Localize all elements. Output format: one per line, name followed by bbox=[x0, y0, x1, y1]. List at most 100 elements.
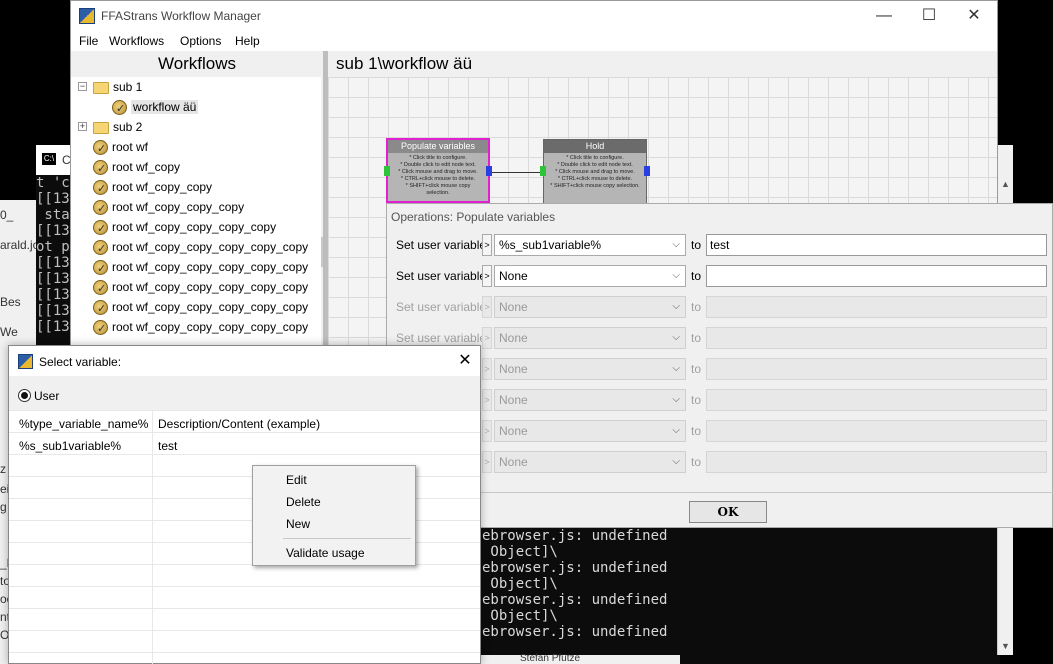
grid-column-divider bbox=[152, 410, 153, 664]
chevron-down-icon: ⌵ bbox=[672, 270, 680, 281]
dialog-close-button[interactable]: ✕ bbox=[454, 350, 476, 372]
operation-row: Set user variable > None ⌵ to bbox=[387, 265, 1053, 289]
minimize-button[interactable]: — bbox=[862, 5, 906, 27]
dialog-titlebar: Select variable: ✕ bbox=[9, 346, 480, 376]
chevron-down-icon: ⌵ bbox=[672, 301, 680, 312]
collapse-icon[interactable]: − bbox=[78, 82, 87, 91]
tree-item-workflow[interactable]: root wf_copy_copy_copy_copy_copy bbox=[93, 297, 308, 319]
tree-item-label: root wf_copy_copy_copy_copy_copy bbox=[112, 320, 309, 334]
tree-item-label: sub 1 bbox=[113, 80, 143, 94]
column-header-description[interactable]: Description/Content (example) bbox=[158, 417, 320, 431]
ffastrans-app-icon bbox=[79, 8, 95, 24]
variable-dropdown[interactable]: None ⌵ bbox=[494, 327, 686, 349]
node-input-port[interactable] bbox=[384, 166, 390, 176]
operation-row: Set user variable > %s_sub1variable% ⌵ to tes… bbox=[387, 234, 1053, 258]
operation-label: Set user variable bbox=[396, 238, 487, 252]
workflow-check-icon bbox=[93, 319, 108, 339]
variable-dropdown-value: None bbox=[499, 393, 528, 407]
variable-dropdown[interactable]: None ⌵ bbox=[494, 265, 686, 287]
tree-item-folder[interactable]: + sub 2 bbox=[78, 117, 143, 137]
variable-row-content[interactable]: test bbox=[158, 439, 177, 453]
variable-value-input[interactable] bbox=[706, 265, 1047, 287]
variable-dropdown[interactable]: None ⌵ bbox=[494, 420, 686, 442]
context-menu-new[interactable]: New bbox=[286, 517, 310, 531]
close-button[interactable]: ✕ bbox=[952, 5, 996, 27]
workflow-check-icon bbox=[93, 239, 108, 259]
operation-row: Set user variable > None ⌵ to bbox=[387, 296, 1053, 320]
workflow-check-icon bbox=[93, 139, 108, 159]
variable-value-input[interactable]: test bbox=[706, 234, 1047, 256]
context-menu-edit[interactable]: Edit bbox=[286, 473, 307, 487]
variable-dropdown[interactable]: %s_sub1variable% ⌵ bbox=[494, 234, 686, 256]
node-input-port[interactable] bbox=[540, 166, 546, 176]
variable-value-input[interactable] bbox=[706, 451, 1047, 473]
user-radio-button[interactable] bbox=[18, 389, 31, 402]
variable-picker-button[interactable]: > bbox=[482, 451, 492, 473]
tree-item-workflow[interactable]: root wf_copy_copy_copy_copy_copy bbox=[93, 237, 308, 259]
tree-item-workflow[interactable]: root wf_copy_copy_copy_copy_copy bbox=[93, 257, 308, 279]
tree-item-workflow[interactable]: root wf bbox=[93, 137, 148, 159]
to-label: to bbox=[691, 331, 702, 345]
user-radio-label[interactable]: User bbox=[34, 389, 59, 403]
operation-row: > None ⌵ to bbox=[387, 389, 1053, 413]
variable-picker-button[interactable]: > bbox=[482, 327, 492, 349]
dialog-title: Select variable: bbox=[39, 355, 122, 369]
menu-workflows[interactable]: Workflows bbox=[109, 34, 164, 48]
to-label: to bbox=[691, 269, 702, 283]
tree-item-folder[interactable]: − sub 1 bbox=[78, 77, 143, 97]
chevron-down-icon: ⌵ bbox=[672, 239, 680, 250]
expand-icon[interactable]: + bbox=[78, 122, 87, 131]
variable-picker-button[interactable]: > bbox=[482, 265, 492, 287]
to-label: to bbox=[691, 393, 702, 407]
variable-picker-button[interactable]: > bbox=[482, 420, 492, 442]
variable-value-input[interactable] bbox=[706, 420, 1047, 442]
variable-dropdown-value: None bbox=[499, 300, 528, 314]
menu-options[interactable]: Options bbox=[180, 34, 221, 48]
titlebar: FFAStrans Workflow Manager — ☐ ✕ bbox=[71, 1, 997, 31]
menu-help[interactable]: Help bbox=[235, 34, 260, 48]
to-label: to bbox=[691, 238, 702, 252]
console-line: Object]\ bbox=[482, 608, 558, 624]
menu-file[interactable]: File bbox=[79, 34, 98, 48]
ok-button[interactable]: OK bbox=[689, 501, 767, 523]
tree-item-workflow[interactable]: workflow äü bbox=[112, 97, 199, 119]
variable-dropdown[interactable]: None ⌵ bbox=[494, 451, 686, 473]
background-text-fragment: arald.jo bbox=[0, 238, 36, 252]
tree-item-label: sub 2 bbox=[113, 120, 143, 134]
workflow-check-icon bbox=[93, 159, 108, 179]
variable-picker-button[interactable]: > bbox=[482, 296, 492, 318]
node-populate-variables[interactable]: Populate variables * Click title to conf… bbox=[384, 138, 492, 203]
variable-value-input[interactable] bbox=[706, 389, 1047, 411]
variable-value-input[interactable] bbox=[706, 296, 1047, 318]
maximize-button[interactable]: ☐ bbox=[907, 5, 951, 27]
variable-row-name[interactable]: %s_sub1variable% bbox=[19, 439, 121, 453]
variable-value-input[interactable] bbox=[706, 358, 1047, 380]
scroll-up-arrow-icon[interactable]: ▲ bbox=[1001, 179, 1010, 189]
variable-dropdown[interactable]: None ⌵ bbox=[494, 358, 686, 380]
ffastrans-app-icon bbox=[18, 354, 33, 369]
node-hold[interactable]: Hold * Click title to configure. * Doubl… bbox=[540, 139, 650, 204]
variable-value-input[interactable] bbox=[706, 327, 1047, 349]
tree-item-workflow[interactable]: root wf_copy_copy_copy_copy_copy bbox=[93, 317, 309, 339]
column-header-name[interactable]: %type_variable_name% bbox=[19, 417, 148, 431]
tree-item-workflow[interactable]: root wf_copy_copy_copy_copy_copy bbox=[93, 277, 308, 299]
node-output-port[interactable] bbox=[486, 166, 492, 176]
operation-label: Set user variable bbox=[396, 300, 487, 314]
workflow-check-icon bbox=[93, 219, 108, 239]
scroll-down-arrow-icon[interactable]: ▼ bbox=[1001, 641, 1010, 651]
variable-picker-button[interactable]: > bbox=[482, 358, 492, 380]
context-menu-delete[interactable]: Delete bbox=[286, 495, 321, 509]
context-menu-validate-usage[interactable]: Validate usage bbox=[286, 546, 365, 560]
tree-item-workflow[interactable]: root wf_copy_copy bbox=[93, 177, 212, 199]
tree-item-workflow[interactable]: root wf_copy bbox=[93, 157, 180, 179]
node-title[interactable]: Hold bbox=[544, 140, 646, 153]
variable-dropdown[interactable]: None ⌵ bbox=[494, 389, 686, 411]
node-connector bbox=[492, 172, 544, 173]
tree-item-workflow[interactable]: root wf_copy_copy_copy bbox=[93, 197, 244, 219]
variable-picker-button[interactable]: > bbox=[482, 234, 492, 256]
node-title[interactable]: Populate variables bbox=[388, 140, 488, 153]
node-output-port[interactable] bbox=[644, 166, 650, 176]
variable-picker-button[interactable]: > bbox=[482, 389, 492, 411]
variable-dropdown[interactable]: None ⌵ bbox=[494, 296, 686, 318]
tree-item-workflow[interactable]: root wf_copy_copy_copy_copy bbox=[93, 217, 276, 239]
